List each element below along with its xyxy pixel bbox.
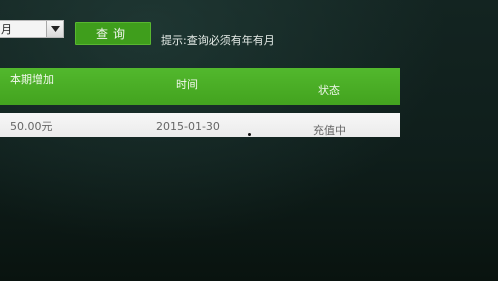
column-header-amount: 本期增加 — [10, 73, 54, 86]
column-header-time: 时间 — [176, 78, 198, 91]
hint-text: 提示:查询必须有年有月 — [161, 34, 275, 47]
mouse-cursor — [248, 133, 251, 136]
cell-amount: 50.00元 — [10, 120, 53, 133]
cell-status: 充值中 — [313, 124, 346, 137]
month-select-value: 月 — [1, 23, 12, 36]
column-header-status: 状态 — [318, 84, 340, 97]
table-header: 本期增加 时间 状态 — [0, 68, 400, 105]
query-button[interactable]: 查询 — [75, 22, 151, 45]
cell-time: 2015-01-30 — [156, 120, 220, 133]
chevron-down-icon[interactable] — [46, 21, 63, 37]
screen: 月 查询 提示:查询必须有年有月 本期增加 时间 状态 50.00元 2015-… — [0, 0, 498, 281]
records-table: 本期增加 时间 状态 50.00元 2015-01-30 充值中 — [0, 68, 400, 137]
table-row: 50.00元 2015-01-30 充值中 — [0, 113, 400, 137]
month-select[interactable]: 月 — [0, 20, 64, 38]
